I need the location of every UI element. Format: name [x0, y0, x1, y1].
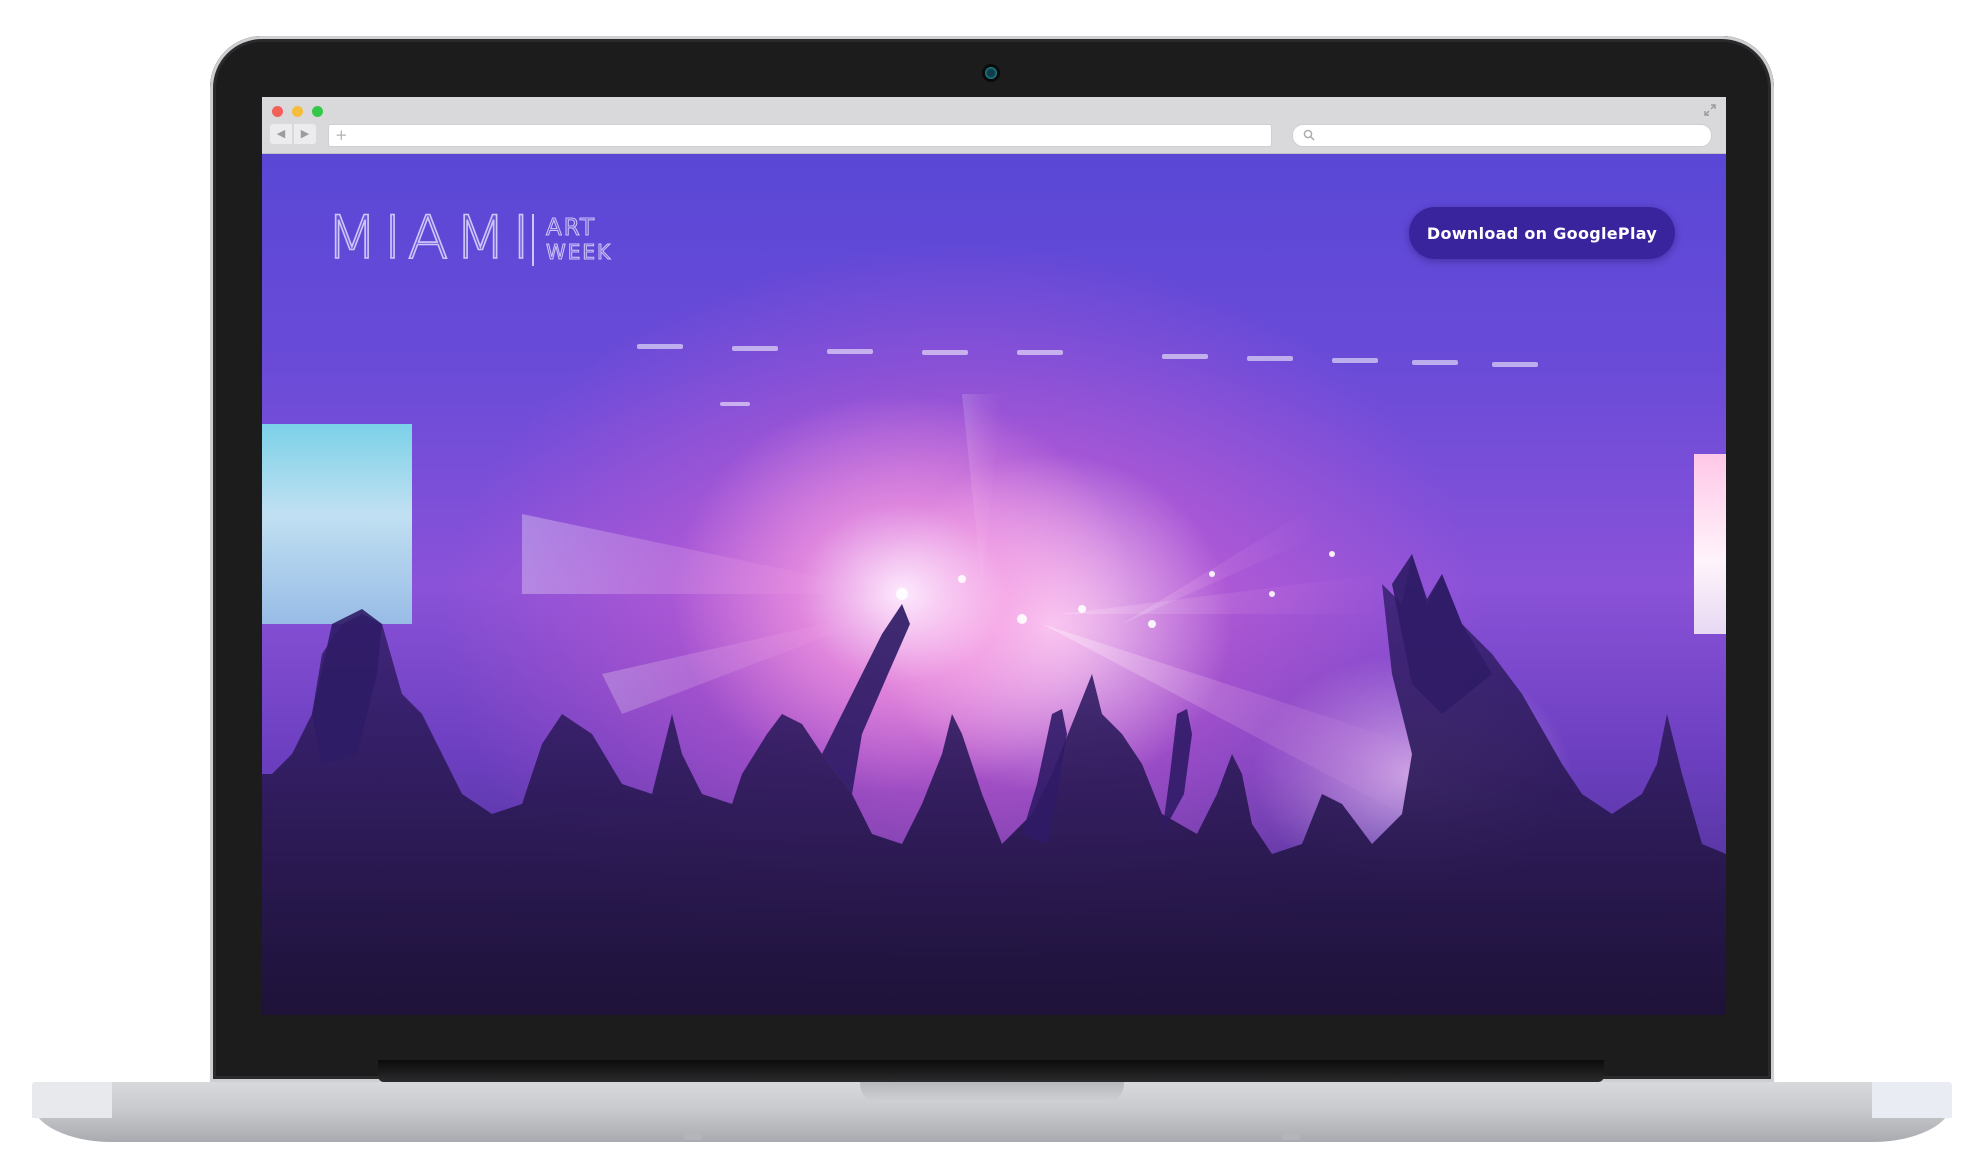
- forward-button[interactable]: ▶: [294, 124, 316, 144]
- logo-divider: [532, 214, 534, 266]
- search-icon: [1303, 129, 1315, 141]
- laptop-foot-right: [1282, 1134, 1300, 1140]
- crowd-silhouette: [262, 554, 1726, 1015]
- browser-toolbar: ◀ ▶ +: [262, 97, 1726, 154]
- laptop-foot-left: [684, 1134, 702, 1140]
- window-close-button[interactable]: [272, 106, 283, 117]
- laptop-base-notch: [860, 1082, 1124, 1102]
- plus-icon[interactable]: +: [335, 125, 348, 145]
- logo-main-text: MIAMI: [325, 203, 536, 273]
- laptop-screen: ◀ ▶ + MIAMI ART WEEK Download on GoogleP…: [262, 97, 1726, 1015]
- camera-icon: [985, 67, 997, 79]
- logo-line2-text: WEEK: [545, 240, 613, 265]
- download-googleplay-button[interactable]: Download on GooglePlay: [1409, 207, 1675, 259]
- hero-section: MIAMI ART WEEK Download on GooglePlay: [262, 154, 1726, 1015]
- expand-icon[interactable]: [1703, 103, 1717, 117]
- logo-line1-text: ART: [545, 215, 597, 241]
- window-minimize-button[interactable]: [292, 106, 303, 117]
- laptop-hinge: [378, 1060, 1604, 1082]
- laptop-base-edge-left: [32, 1082, 112, 1118]
- back-button[interactable]: ◀: [270, 124, 292, 144]
- address-bar[interactable]: +: [328, 124, 1272, 147]
- laptop-base-edge-right: [1872, 1082, 1952, 1118]
- window-maximize-button[interactable]: [312, 106, 323, 117]
- browser-search-input[interactable]: [1292, 124, 1712, 147]
